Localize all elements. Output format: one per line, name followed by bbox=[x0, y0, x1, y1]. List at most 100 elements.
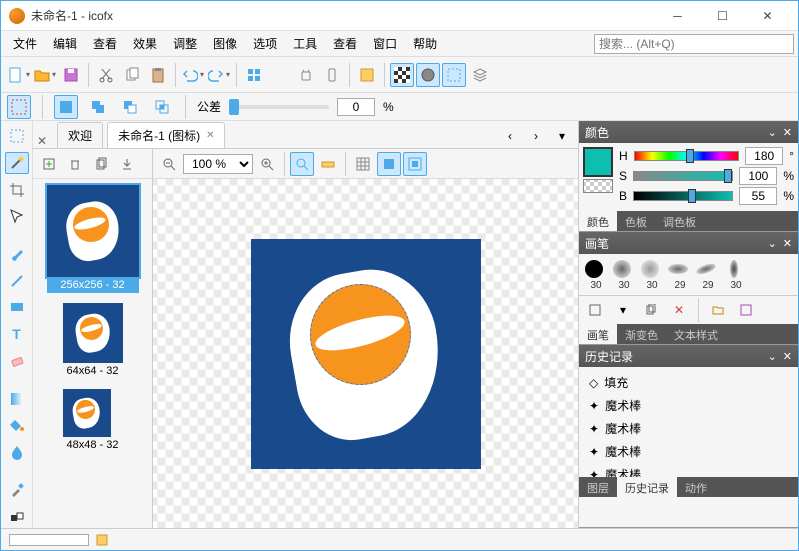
thumb-48[interactable]: 48x48 - 32 bbox=[63, 389, 123, 453]
tab-close-icon[interactable]: ✕ bbox=[206, 130, 214, 141]
search-input[interactable] bbox=[594, 34, 794, 54]
new-button[interactable]: ▾ bbox=[7, 63, 31, 87]
history-list[interactable]: ◇填充 ✦魔术棒 ✦魔术棒 ✦魔术棒 ✦魔术棒 ✦魔术棒 bbox=[579, 367, 798, 477]
maximize-button[interactable]: ☐ bbox=[700, 1, 745, 31]
color-tab-swatches[interactable]: 色板 bbox=[617, 211, 655, 231]
menu-file[interactable]: 文件 bbox=[5, 31, 45, 56]
menu-tools[interactable]: 工具 bbox=[285, 31, 325, 56]
tab-layers[interactable]: 图层 bbox=[579, 477, 617, 497]
ruler-button[interactable] bbox=[316, 152, 340, 176]
brush-menu-icon[interactable]: ▾ bbox=[611, 298, 635, 322]
layers-icon[interactable] bbox=[468, 63, 492, 87]
menu-edit[interactable]: 编辑 bbox=[45, 31, 85, 56]
checker-button[interactable] bbox=[390, 63, 414, 87]
copy-button[interactable] bbox=[120, 63, 144, 87]
canvas[interactable] bbox=[251, 239, 481, 469]
open-button[interactable]: ▾ bbox=[33, 63, 57, 87]
menu-window[interactable]: 窗口 bbox=[365, 31, 405, 56]
panel-close-icon[interactable]: ✕ bbox=[783, 237, 792, 250]
preview-button[interactable] bbox=[355, 63, 379, 87]
brush-preset[interactable]: 29 bbox=[667, 258, 693, 291]
brush-tool[interactable] bbox=[5, 243, 29, 266]
brush-tab-textstyle[interactable]: 文本样式 bbox=[666, 324, 726, 344]
tolerance-value[interactable] bbox=[337, 98, 375, 116]
menu-adjust[interactable]: 调整 bbox=[165, 31, 205, 56]
menu-help[interactable]: 帮助 bbox=[405, 31, 445, 56]
bri-slider[interactable] bbox=[633, 191, 733, 201]
blur-tool[interactable] bbox=[5, 441, 29, 464]
history-item[interactable]: ✦魔术棒 bbox=[583, 417, 794, 440]
tab-next-button[interactable]: › bbox=[524, 124, 548, 148]
panel-close-icon[interactable]: ✕ bbox=[783, 126, 792, 139]
crop-tool[interactable] bbox=[5, 178, 29, 201]
foreground-swatch[interactable] bbox=[583, 147, 613, 177]
panel-collapse-icon[interactable]: ⌄ bbox=[768, 350, 777, 363]
undo-button[interactable]: ▾ bbox=[181, 63, 205, 87]
zoom-select[interactable]: 100 % bbox=[183, 154, 253, 174]
brush-tab-brush[interactable]: 画笔 bbox=[579, 324, 617, 344]
history-item[interactable]: ◇填充 bbox=[583, 371, 794, 394]
sel-new-icon[interactable] bbox=[54, 95, 78, 119]
brush-folder-icon[interactable] bbox=[706, 298, 730, 322]
menu-image[interactable]: 图像 bbox=[205, 31, 245, 56]
brush-tab-gradient[interactable]: 渐变色 bbox=[617, 324, 666, 344]
hue-value[interactable] bbox=[745, 147, 783, 165]
rect-tool[interactable] bbox=[5, 296, 29, 319]
rect-select-tool[interactable] bbox=[5, 125, 29, 148]
tabs-close-icon[interactable]: ✕ bbox=[37, 134, 47, 148]
history-item[interactable]: ✦魔术棒 bbox=[583, 463, 794, 477]
panel-collapse-icon[interactable]: ⌄ bbox=[768, 237, 777, 250]
brush-preset[interactable]: 29 bbox=[695, 258, 721, 291]
color-swap-tool[interactable] bbox=[5, 505, 29, 528]
brush-new-icon[interactable] bbox=[583, 298, 607, 322]
tab-welcome[interactable]: 欢迎 bbox=[57, 122, 103, 148]
menu-effects[interactable]: 效果 bbox=[125, 31, 165, 56]
center-button[interactable] bbox=[403, 152, 427, 176]
eraser-tool[interactable] bbox=[5, 349, 29, 372]
panel-collapse-icon[interactable]: ⌄ bbox=[768, 126, 777, 139]
tab-menu-button[interactable]: ▾ bbox=[550, 124, 574, 148]
selection-mode-icon[interactable] bbox=[7, 95, 31, 119]
bounds-button[interactable] bbox=[442, 63, 466, 87]
tab-actions[interactable]: 动作 bbox=[677, 477, 715, 497]
export-size-button[interactable] bbox=[115, 152, 139, 176]
background-swatch[interactable] bbox=[583, 179, 613, 193]
mask-button[interactable] bbox=[416, 63, 440, 87]
windows-icon[interactable] bbox=[242, 63, 266, 87]
tab-document[interactable]: 未命名-1 (图标)✕ bbox=[107, 122, 225, 148]
fill-tool[interactable] bbox=[5, 414, 29, 437]
apple-icon[interactable] bbox=[268, 63, 292, 87]
brush-dup-icon[interactable] bbox=[639, 298, 663, 322]
minimize-button[interactable]: ─ bbox=[655, 1, 700, 31]
color-tab-palette[interactable]: 调色板 bbox=[655, 211, 704, 231]
brush-preset[interactable]: 30 bbox=[723, 258, 749, 291]
brush-delete-icon[interactable]: ✕ bbox=[667, 298, 691, 322]
fit-button[interactable] bbox=[377, 152, 401, 176]
brush-save-icon[interactable] bbox=[734, 298, 758, 322]
sat-slider[interactable] bbox=[633, 171, 733, 181]
move-tool[interactable] bbox=[5, 205, 29, 228]
delete-size-button[interactable] bbox=[63, 152, 87, 176]
tab-prev-button[interactable]: ‹ bbox=[498, 124, 522, 148]
tolerance-slider[interactable] bbox=[229, 105, 329, 109]
gradient-tool[interactable] bbox=[5, 387, 29, 410]
panel-close-icon[interactable]: ✕ bbox=[783, 350, 792, 363]
text-tool[interactable]: T bbox=[5, 323, 29, 346]
color-tab-color[interactable]: 颜色 bbox=[579, 211, 617, 231]
hue-slider[interactable] bbox=[634, 151, 740, 161]
sel-sub-icon[interactable] bbox=[118, 95, 142, 119]
save-button[interactable] bbox=[59, 63, 83, 87]
mobile-icon[interactable] bbox=[320, 63, 344, 87]
brush-preset[interactable]: 30 bbox=[583, 258, 609, 291]
tab-history[interactable]: 历史记录 bbox=[617, 477, 677, 497]
menu-options[interactable]: 选项 bbox=[245, 31, 285, 56]
thumb-list[interactable]: 256x256 - 32 64x64 - 32 48x48 - 32 bbox=[33, 179, 152, 528]
bri-value[interactable] bbox=[739, 187, 777, 205]
paste-button[interactable] bbox=[146, 63, 170, 87]
sat-value[interactable] bbox=[739, 167, 777, 185]
zoom-tool-button[interactable] bbox=[290, 152, 314, 176]
android-icon[interactable] bbox=[294, 63, 318, 87]
copy-size-button[interactable] bbox=[89, 152, 113, 176]
add-size-button[interactable] bbox=[37, 152, 61, 176]
close-button[interactable]: ✕ bbox=[745, 1, 790, 31]
